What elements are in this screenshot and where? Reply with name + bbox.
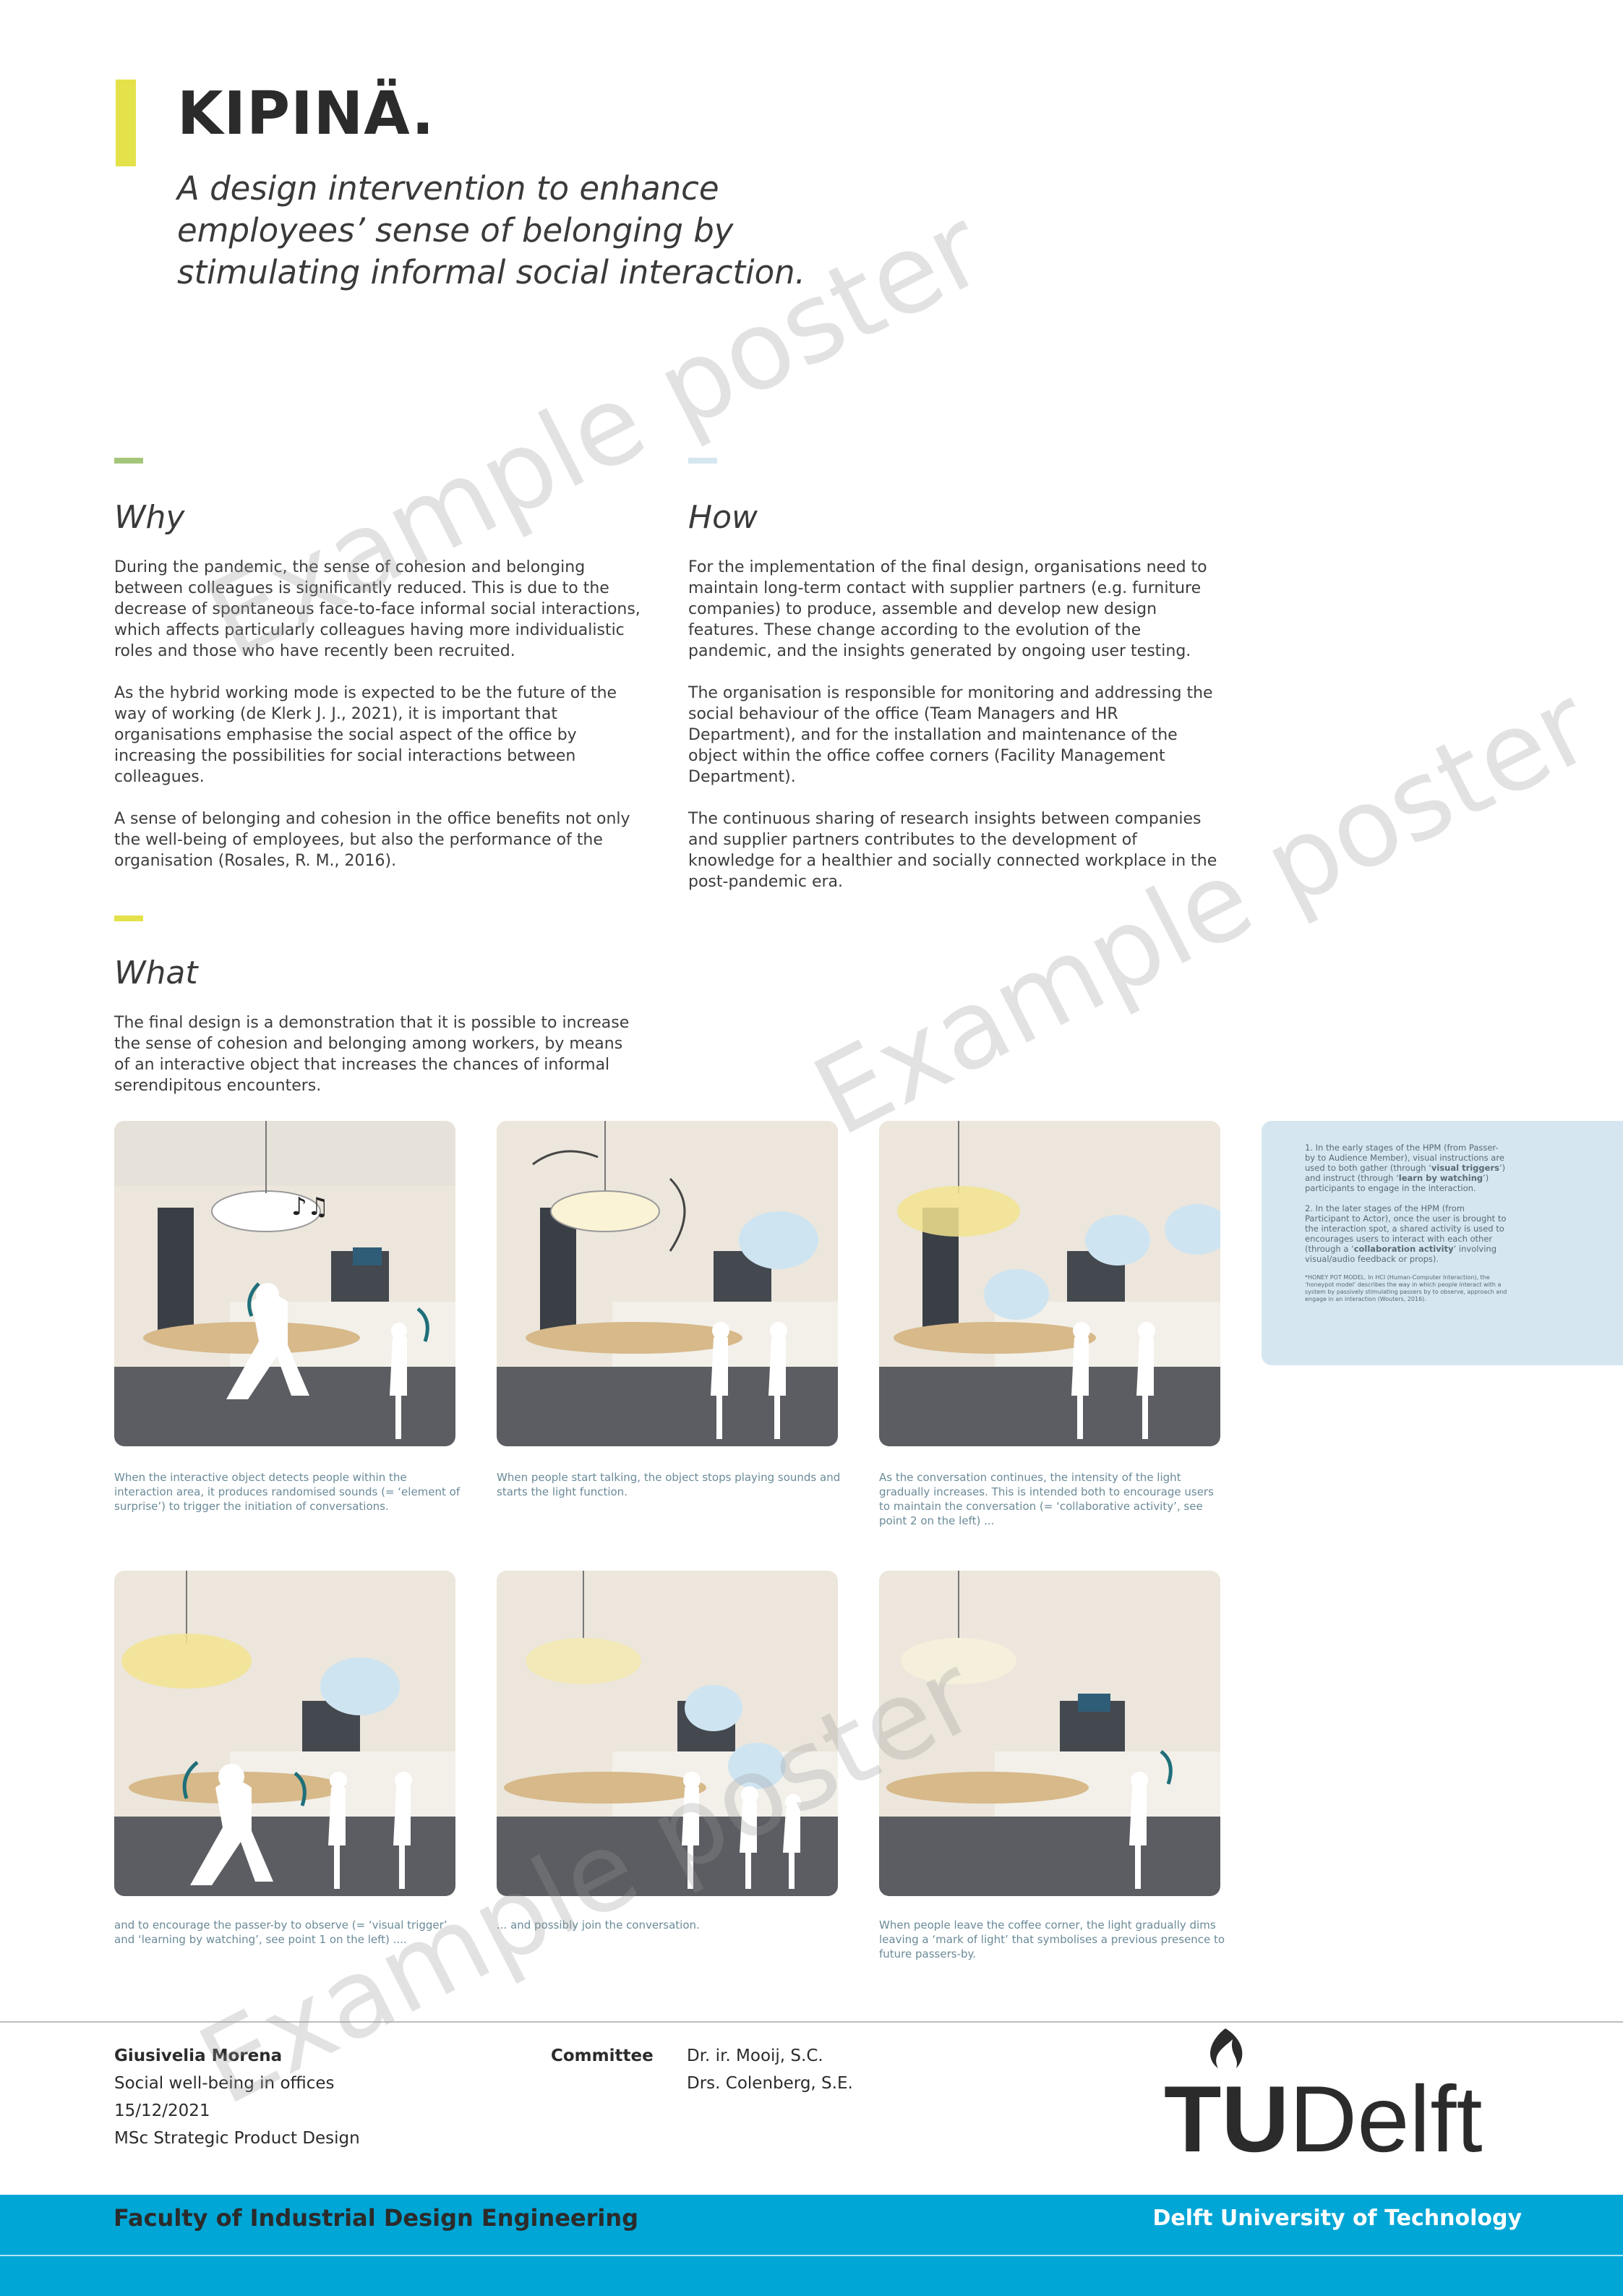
- caption-3: As the conversation continues, the inten…: [879, 1471, 1214, 1527]
- title-accent-bar: [116, 80, 136, 166]
- tu-delft-logo: TUDelft: [1164, 2025, 1518, 2169]
- author-info: Giusivelia Morena Social well-being in o…: [114, 2042, 360, 2152]
- how-paragraph: The organisation is responsible for moni…: [688, 684, 1213, 786]
- svg-text:♪♫: ♪♫: [291, 1192, 329, 1221]
- university-name: Delft University of Technology: [1152, 2206, 1522, 2231]
- how-accent: [688, 458, 717, 464]
- project-date: 15/12/2021: [114, 2101, 210, 2120]
- why-paragraph: As the hybrid working mode is expected t…: [114, 684, 617, 786]
- caption-1: When the interactive object detects peop…: [114, 1471, 461, 1513]
- why-title: Why: [114, 499, 185, 536]
- how-paragraph: The continuous sharing of research insig…: [688, 810, 1217, 891]
- illustration-panel-5: [497, 1571, 838, 1896]
- faculty-name: Faculty of Industrial Design Engineering: [114, 2204, 639, 2232]
- why-accent: [114, 458, 143, 464]
- project-topic: Social well-being in offices: [114, 2074, 335, 2093]
- what-title: What: [114, 955, 198, 991]
- committee-list: Dr. ir. Mooij, S.C. Drs. Colenberg, S.E.: [687, 2042, 853, 2097]
- caption-6: When people leave the coffee corner, the…: [879, 1919, 1225, 1960]
- how-paragraph: For the implementation of the final desi…: [688, 558, 1207, 660]
- illustration-panel-6: [879, 1571, 1220, 1896]
- what-accent: [114, 916, 143, 921]
- poster-title: KIPINÄ.: [177, 80, 435, 148]
- how-title: How: [688, 499, 758, 536]
- why-paragraph: A sense of belonging and cohesion in the…: [114, 810, 630, 870]
- hpm-point-2: 2. In the later stages of the HPM (from …: [1305, 1203, 1507, 1264]
- how-body: For the implementation of the final desi…: [688, 557, 1223, 913]
- illustration-panel-1: ♪♫: [114, 1121, 455, 1446]
- caption-4: and to encourage the passer-by to observ…: [114, 1919, 447, 1946]
- why-body: During the pandemic, the sense of cohesi…: [114, 557, 642, 892]
- illustration-panel-4: [114, 1571, 455, 1896]
- logo-delft: Delft: [1289, 2066, 1483, 2172]
- hpm-footnote: *HONEY POT MODEL. In HCI (Human-Computer…: [1305, 1274, 1507, 1302]
- committee-member: Dr. ir. Mooij, S.C.: [687, 2047, 823, 2065]
- programme: MSc Strategic Product Design: [114, 2129, 360, 2148]
- footer-divider: [0, 2021, 1623, 2023]
- committee-member: Drs. Colenberg, S.E.: [687, 2074, 853, 2093]
- illustration-panel-2: [497, 1121, 838, 1446]
- poster-subtitle: A design intervention to enhance employe…: [177, 169, 805, 291]
- committee-label: Committee: [551, 2047, 654, 2065]
- why-paragraph: During the pandemic, the sense of cohesi…: [114, 558, 641, 660]
- caption-5: ... and possibly join the conversation.: [497, 1919, 700, 1932]
- hpm-info-box: 1. In the early stages of the HPM (from …: [1262, 1121, 1623, 1365]
- logo-t: TU: [1164, 2066, 1290, 2172]
- what-paragraph: The final design is a demonstration that…: [114, 1014, 630, 1095]
- caption-2: When people start talking, the object st…: [497, 1471, 841, 1498]
- illustration-panel-3: [879, 1121, 1220, 1446]
- hpm-point-1: 1. In the early stages of the HPM (from …: [1305, 1143, 1506, 1193]
- footer-bar-line: [0, 2255, 1623, 2256]
- what-body: The final design is a demonstration that…: [114, 1012, 635, 1117]
- author-name: Giusivelia Morena: [114, 2047, 283, 2065]
